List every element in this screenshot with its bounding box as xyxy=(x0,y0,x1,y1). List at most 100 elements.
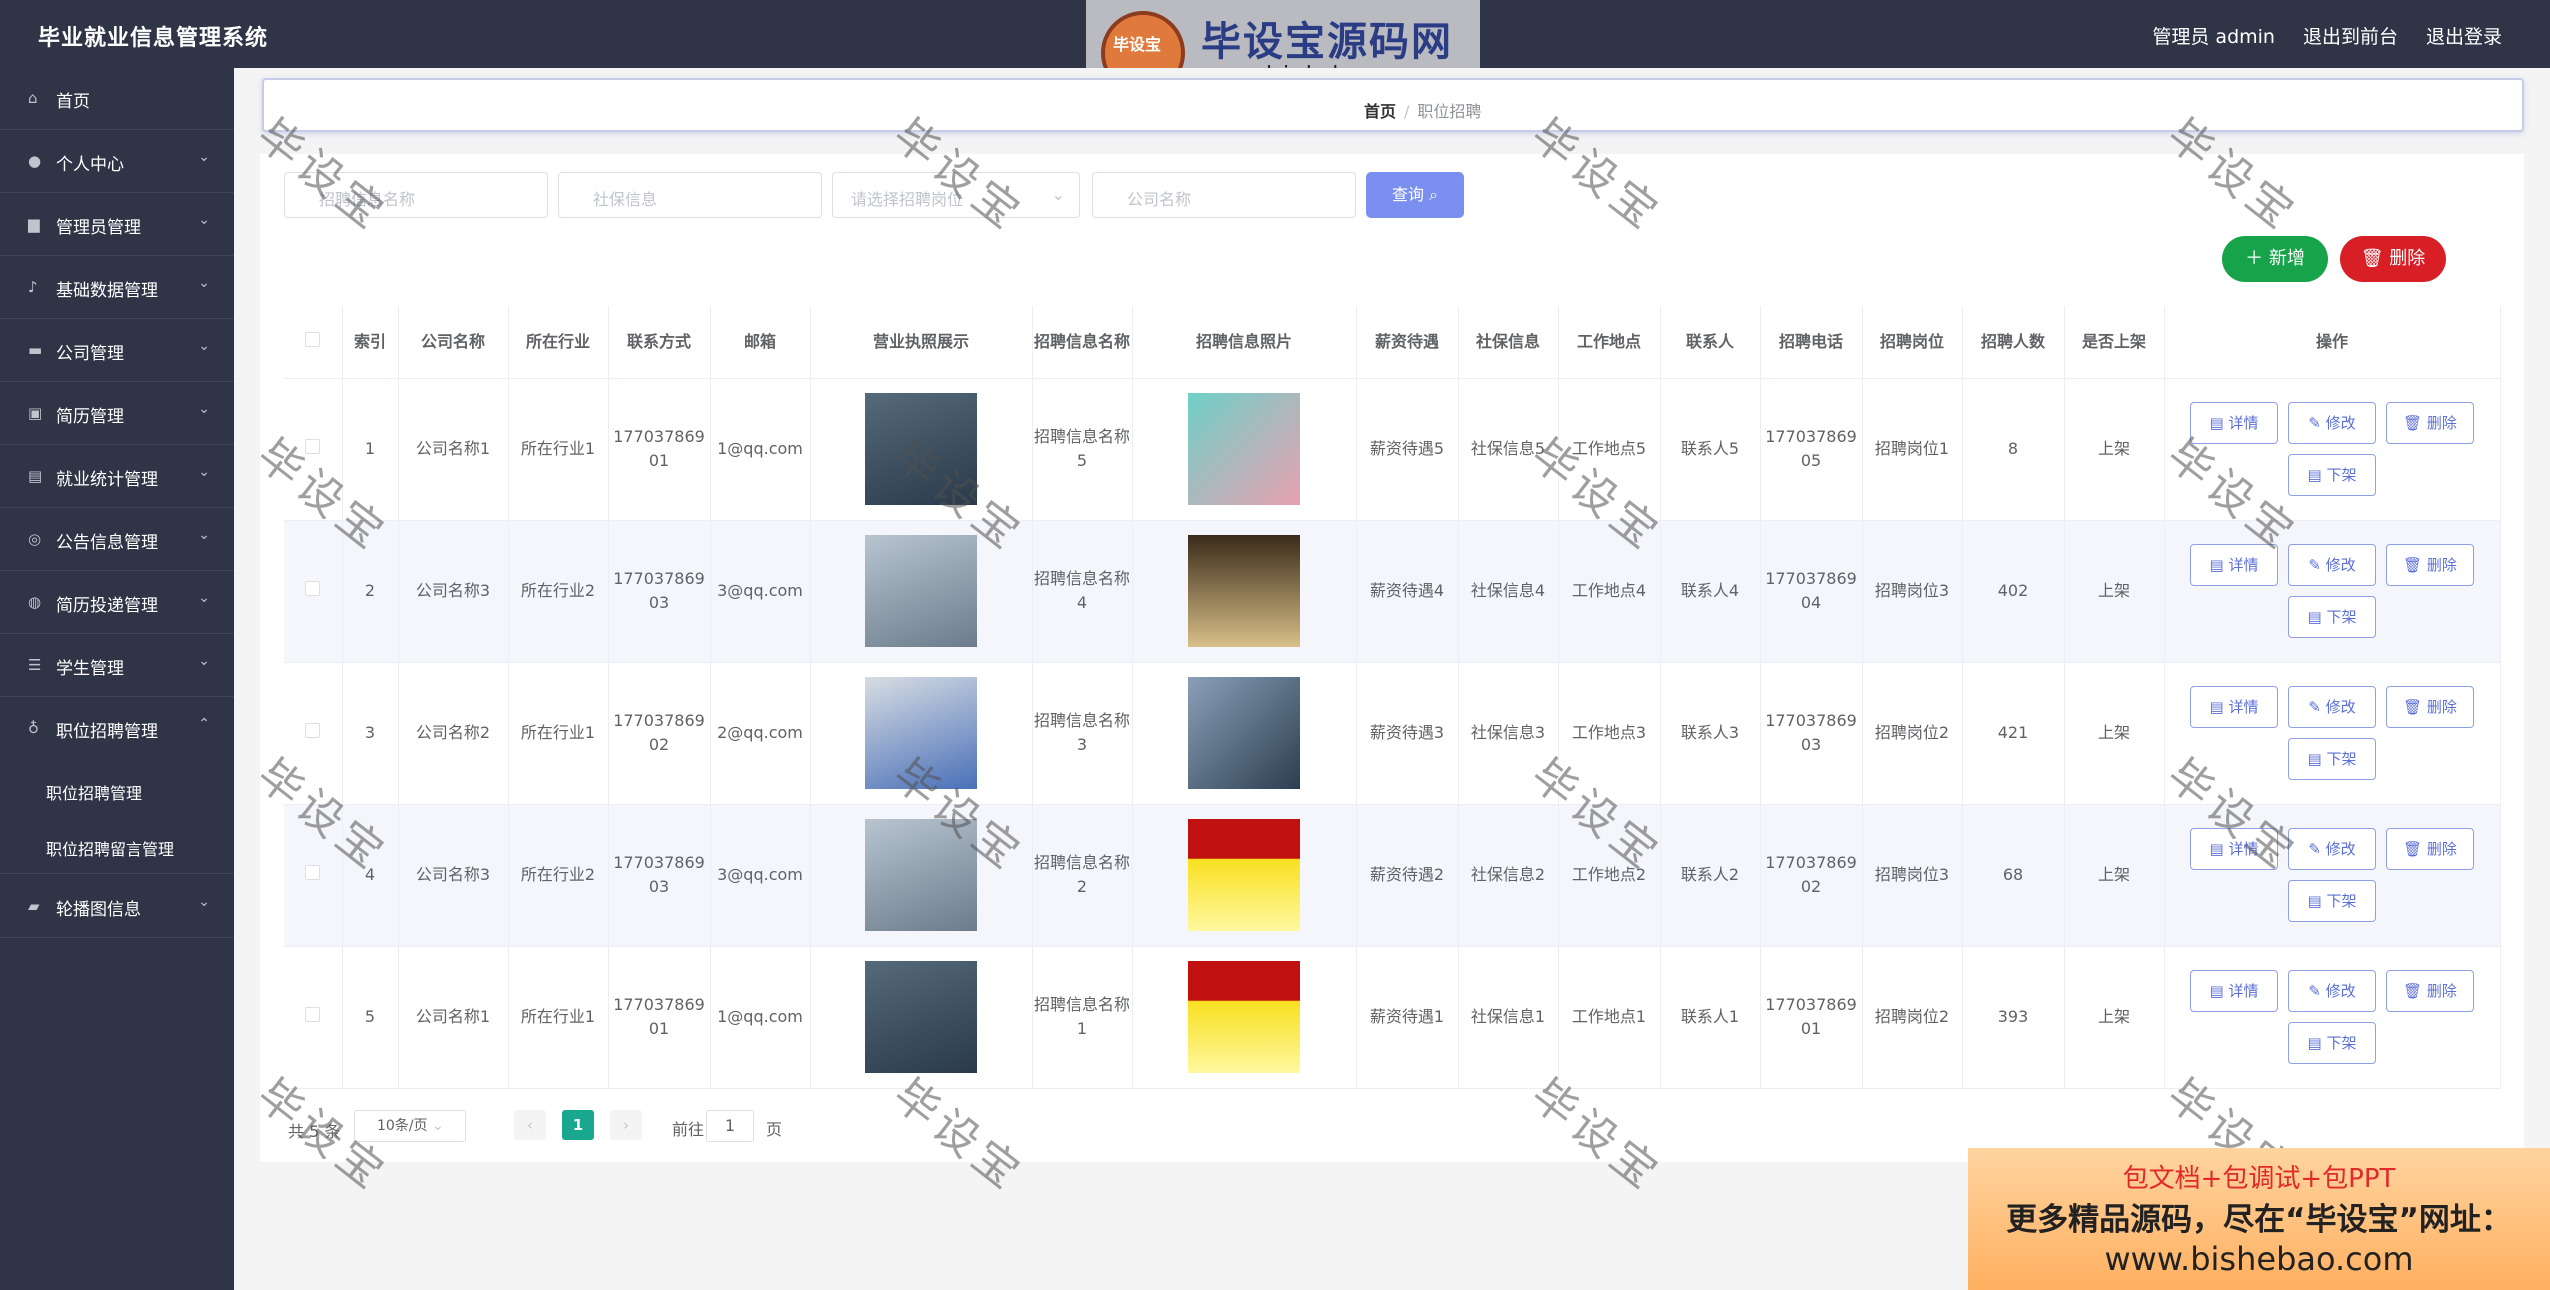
offshelf-button[interactable]: ▤ 下架 xyxy=(2288,880,2376,922)
detail-button[interactable]: ▤ 详情 xyxy=(2190,828,2278,870)
add-button[interactable]: ＋ 新增 xyxy=(2222,236,2328,282)
sidebar-item-profile[interactable]: ● 个人中心 ⌄ xyxy=(0,131,234,193)
table-cell-tel: 17703786904 xyxy=(1760,520,1863,663)
sidebar-item-employment-stats[interactable]: ▤ 就业统计管理 ⌄ xyxy=(0,446,234,508)
chevron-down-icon: ⌄ xyxy=(198,653,210,669)
row-checkbox[interactable] xyxy=(305,865,321,880)
sidebar-item-admins[interactable]: ▆ 管理员管理 ⌄ xyxy=(0,194,234,256)
delete-button[interactable]: 🗑 删除 xyxy=(2386,970,2474,1012)
license-image[interactable] xyxy=(865,535,977,647)
offshelf-button[interactable]: ▤ 下架 xyxy=(2288,454,2376,496)
recruit-photo[interactable] xyxy=(1188,677,1300,789)
offshelf-button[interactable]: ▤ 下架 xyxy=(2288,738,2376,780)
next-page-button[interactable]: › xyxy=(610,1110,642,1140)
search-placeholder: 社保信息 xyxy=(593,190,658,209)
logout-link[interactable]: 退出登录 xyxy=(2426,22,2502,49)
table-cell-industry: 所在行业2 xyxy=(508,520,609,663)
logo-title: 毕设宝源码网 xyxy=(1201,19,1453,65)
license-image[interactable] xyxy=(865,393,977,505)
edit-button[interactable]: ✎ 修改 xyxy=(2288,544,2376,586)
delete-button[interactable]: 🗑 删除 xyxy=(2386,686,2474,728)
sidebar-item-students[interactable]: ☰ 学生管理 ⌄ xyxy=(0,635,234,697)
breadcrumb-home[interactable]: 首页 xyxy=(1364,102,1396,121)
select-all-checkbox[interactable] xyxy=(305,331,321,347)
license-image[interactable] xyxy=(865,961,977,1073)
sidebar-item-notices[interactable]: ◎ 公告信息管理 ⌄ xyxy=(0,509,234,571)
column-header: 联系方式 xyxy=(608,306,711,379)
table-cell-company: 公司名称3 xyxy=(398,520,509,663)
table-cell-name: 招聘信息名称1 xyxy=(1032,946,1133,1089)
breadcrumb-bar: 首页 / 职位招聘 xyxy=(262,78,2524,132)
license-image[interactable] xyxy=(865,677,977,789)
recruit-photo[interactable] xyxy=(1188,819,1300,931)
sidebar-item-resumes[interactable]: ▣ 简历管理 ⌄ xyxy=(0,383,234,445)
column-header: 公司名称 xyxy=(398,306,509,379)
sidebar-item-job-recruit[interactable]: ♁ 职位招聘管理 ⌃ xyxy=(0,698,234,760)
delete-button-label: 删除 xyxy=(2426,556,2457,574)
delete-button[interactable]: 🗑 删除 xyxy=(2386,402,2474,444)
row-checkbox[interactable] xyxy=(305,1007,321,1022)
row-checkbox[interactable] xyxy=(305,723,321,738)
detail-button[interactable]: ▤ 详情 xyxy=(2190,402,2278,444)
batch-delete-button[interactable]: 🗑 删除 xyxy=(2340,236,2446,282)
chevron-down-icon: ⌄ xyxy=(198,401,210,417)
detail-button-label: 详情 xyxy=(2228,840,2259,858)
table-cell-index: 2 xyxy=(342,520,399,663)
edit-button[interactable]: ✎ 修改 xyxy=(2288,686,2376,728)
back-to-front-link[interactable]: 退出到前台 xyxy=(2303,22,2398,49)
column-header: 招聘信息照片 xyxy=(1132,306,1357,379)
prev-page-button[interactable]: ‹ xyxy=(514,1110,546,1140)
edit-button[interactable]: ✎ 修改 xyxy=(2288,970,2376,1012)
sidebar-item-companies[interactable]: ▬ 公司管理 ⌄ xyxy=(0,320,234,382)
page-number-current[interactable]: 1 xyxy=(562,1110,594,1140)
recruit-photo-cell xyxy=(1132,520,1357,663)
edit-button[interactable]: ✎ 修改 xyxy=(2288,828,2376,870)
detail-button[interactable]: ▤ 详情 xyxy=(2190,970,2278,1012)
offshelf-button[interactable]: ▤ 下架 xyxy=(2288,596,2376,638)
chevron-up-icon: ⌃ xyxy=(198,716,210,732)
goto-page-input[interactable]: 1 xyxy=(706,1110,754,1142)
position-select[interactable]: 请选择招聘岗位 ⌄ xyxy=(832,172,1080,218)
admin-user-label[interactable]: 管理员 admin xyxy=(2152,22,2275,49)
recruit-name-search-input[interactable]: 招聘信息名称 xyxy=(284,172,548,218)
offshelf-button[interactable]: ▤ 下架 xyxy=(2288,1022,2376,1064)
table-cell-email: 1@qq.com xyxy=(710,946,811,1089)
delete-button[interactable]: 🗑 删除 xyxy=(2386,544,2474,586)
detail-button[interactable]: ▤ 详情 xyxy=(2190,686,2278,728)
offshelf-button-label: 下架 xyxy=(2326,1034,2357,1052)
table-cell-email: 1@qq.com xyxy=(710,378,811,521)
row-checkbox[interactable] xyxy=(305,581,321,596)
license-image[interactable] xyxy=(865,819,977,931)
sidebar-item-home[interactable]: ⌂ 首页 xyxy=(0,68,234,130)
company-search-input[interactable]: 公司名称 xyxy=(1092,172,1356,218)
sidebar-item-label: 轮播图信息 xyxy=(56,900,141,920)
sidebar-item-resume-delivery[interactable]: ◍ 简历投递管理 ⌄ xyxy=(0,572,234,634)
row-checkbox[interactable] xyxy=(305,439,321,454)
recruit-photo[interactable] xyxy=(1188,961,1300,1073)
table-cell-insurance: 社保信息3 xyxy=(1458,662,1559,805)
sidebar-item-basic-data[interactable]: ♪ 基础数据管理 ⌄ xyxy=(0,257,234,319)
detail-button-label: 详情 xyxy=(2228,698,2259,716)
table-cell-location: 工作地点1 xyxy=(1558,946,1661,1089)
edit-button[interactable]: ✎ 修改 xyxy=(2288,402,2376,444)
insurance-search-input[interactable]: 社保信息 xyxy=(558,172,822,218)
row-actions-cell: ▤ 详情 ✎ 修改 🗑 删除 ▤ 下架 xyxy=(2164,378,2501,521)
edit-button-label: 修改 xyxy=(2325,840,2356,858)
detail-button[interactable]: ▤ 详情 xyxy=(2190,544,2278,586)
page-size-select[interactable]: 10条/页 ⌄ xyxy=(354,1110,466,1142)
sidebar-item-carousel[interactable]: ▰ 轮播图信息 ⌄ xyxy=(0,876,234,938)
sidebar-subitem-job-recruit[interactable]: 职位招聘管理 xyxy=(0,762,234,818)
row-select-cell xyxy=(284,378,343,521)
table-cell-count: 8 xyxy=(1962,378,2065,521)
detail-button-label: 详情 xyxy=(2228,982,2259,1000)
promo-line-3: www.bishebao.com xyxy=(2104,1240,2414,1278)
trash-icon: 🗑 xyxy=(2360,248,2384,269)
query-button[interactable]: 查询 ⌕ xyxy=(1366,172,1464,218)
table-cell-tel: 17703786905 xyxy=(1760,378,1863,521)
recruit-photo[interactable] xyxy=(1188,393,1300,505)
sidebar-subitem-job-messages[interactable]: 职位招聘留言管理 xyxy=(0,818,234,874)
delete-button[interactable]: 🗑 删除 xyxy=(2386,828,2474,870)
chevron-down-icon: ⌄ xyxy=(198,338,210,354)
recruit-photo[interactable] xyxy=(1188,535,1300,647)
row-select-cell xyxy=(284,804,343,947)
